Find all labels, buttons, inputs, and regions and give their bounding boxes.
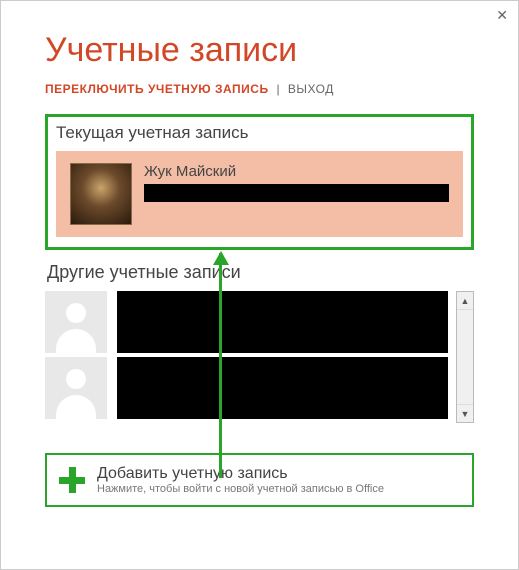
plus-icon (59, 467, 85, 493)
separator: | (276, 82, 280, 96)
current-account-label: Текущая учетная запись (56, 123, 463, 143)
link-bar: ПЕРЕКЛЮЧИТЬ УЧЕТНУЮ ЗАПИСЬ | ВЫХОД (45, 82, 474, 96)
person-placeholder-icon (45, 291, 107, 353)
scroll-down-icon[interactable]: ▼ (457, 404, 473, 422)
scroll-track[interactable] (457, 310, 473, 404)
signout-link[interactable]: ВЫХОД (288, 82, 334, 96)
add-account-title: Добавить учетную запись (97, 465, 384, 483)
dialog-body: Учетные записи ПЕРЕКЛЮЧИТЬ УЧЕТНУЮ ЗАПИС… (1, 1, 518, 527)
current-account-name: Жук Майский (144, 163, 449, 180)
list-item[interactable] (45, 291, 448, 353)
close-icon[interactable]: ✕ (496, 7, 508, 24)
scroll-up-icon[interactable]: ▲ (457, 292, 473, 310)
current-account-card[interactable]: Жук Майский (56, 151, 463, 237)
account-details-redacted (117, 291, 448, 353)
account-details-redacted (117, 357, 448, 419)
other-accounts-row: ▲ ▼ (45, 291, 474, 423)
current-account-highlight: Текущая учетная запись Жук Майский (45, 114, 474, 250)
other-accounts-label: Другие учетные записи (47, 262, 474, 283)
person-placeholder-icon (45, 357, 107, 419)
annotation-arrow-icon (219, 253, 222, 478)
add-account-button[interactable]: Добавить учетную запись Нажмите, чтобы в… (45, 453, 474, 507)
add-account-text: Добавить учетную запись Нажмите, чтобы в… (97, 465, 384, 495)
switch-account-link[interactable]: ПЕРЕКЛЮЧИТЬ УЧЕТНУЮ ЗАПИСЬ (45, 82, 269, 96)
list-item[interactable] (45, 357, 448, 419)
current-account-email-redacted (144, 184, 449, 202)
scrollbar[interactable]: ▲ ▼ (456, 291, 474, 423)
page-title: Учетные записи (45, 31, 474, 70)
other-accounts-list (45, 291, 448, 423)
avatar-icon (70, 163, 132, 225)
current-account-info: Жук Майский (144, 163, 449, 202)
add-account-subtitle: Нажмите, чтобы войти с новой учетной зап… (97, 483, 384, 495)
